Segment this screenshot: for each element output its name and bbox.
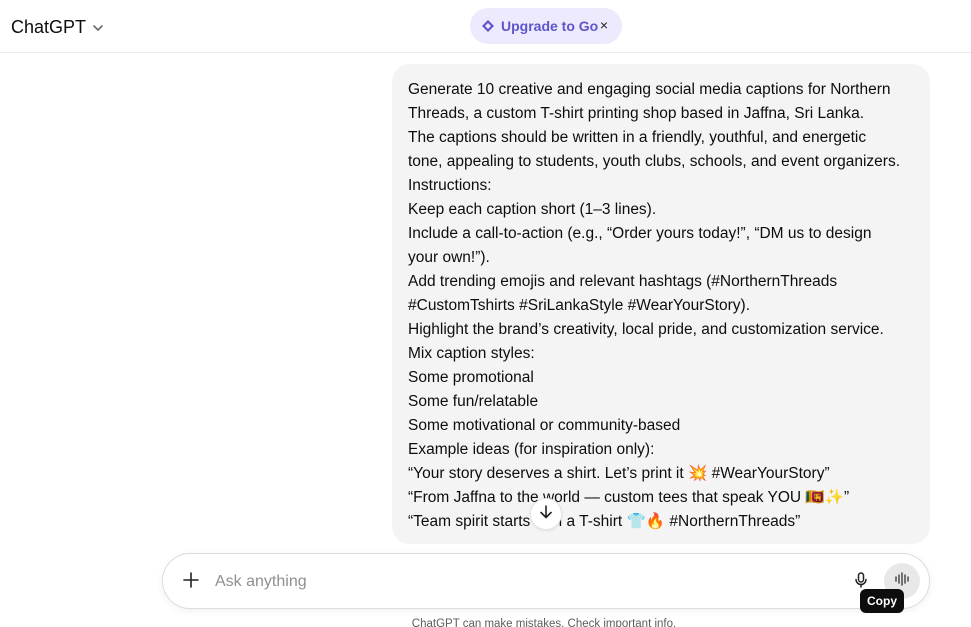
message-line: Include a call-to-action (e.g., “Order y…	[408, 225, 872, 242]
message-line: “Your story deserves a shirt. Let’s prin…	[408, 465, 830, 482]
message-line: Threads, a custom T-shirt printing shop …	[408, 105, 865, 122]
add-attachment-button[interactable]	[177, 568, 205, 596]
message-line: Generate 10 creative and engaging social…	[408, 81, 891, 98]
upgrade-label: Upgrade to Go	[501, 18, 599, 34]
chevron-down-icon	[92, 21, 104, 33]
arrow-down-icon	[538, 504, 554, 525]
message-line: Mix caption styles:	[408, 345, 535, 362]
model-selector[interactable]: ChatGPT	[11, 14, 104, 40]
message-line: Highlight the brand’s creativity, local …	[408, 321, 884, 338]
prompt-input[interactable]	[215, 568, 815, 596]
message-line: Some motivational or community-based	[408, 417, 681, 434]
message-line: Add trending emojis and relevant hashtag…	[408, 273, 838, 290]
message-line: #CustomTshirts #SriLankaStyle #WearYourS…	[408, 297, 751, 314]
user-message-bubble: Generate 10 creative and engaging social…	[392, 64, 930, 544]
message-line: Some fun/relatable	[408, 393, 539, 410]
message-line: Some promotional	[408, 369, 534, 386]
message-line: your own!”).	[408, 249, 490, 266]
scroll-to-bottom-button[interactable]	[530, 498, 562, 530]
message-line: Keep each caption short (1–3 lines).	[408, 201, 657, 218]
upgrade-button[interactable]: Upgrade to Go ×	[470, 8, 622, 44]
copy-tooltip: Copy	[860, 589, 904, 613]
top-bar: ChatGPT Upgrade to Go ×	[0, 0, 971, 53]
close-icon[interactable]: ×	[596, 17, 612, 33]
message-line: Instructions:	[408, 177, 492, 194]
message-line: The captions should be written in a frie…	[408, 129, 867, 146]
plus-icon	[182, 571, 200, 594]
message-line: “Team spirit starts with a T-shirt 👕🔥 #N…	[408, 513, 801, 530]
model-name: ChatGPT	[11, 16, 87, 37]
disclaimer-text: ChatGPT can make mistakes. Check importa…	[411, 618, 677, 627]
message-line: Example ideas (for inspiration only):	[408, 441, 655, 458]
message-line: “From Jaffna to the world — custom tees …	[408, 489, 850, 506]
diamond-icon	[481, 19, 495, 33]
composer	[162, 553, 930, 609]
message-line: tone, appealing to students, youth clubs…	[408, 153, 901, 170]
chatgpt-window: ChatGPT Upgrade to Go × Generate 10 crea…	[0, 0, 971, 627]
